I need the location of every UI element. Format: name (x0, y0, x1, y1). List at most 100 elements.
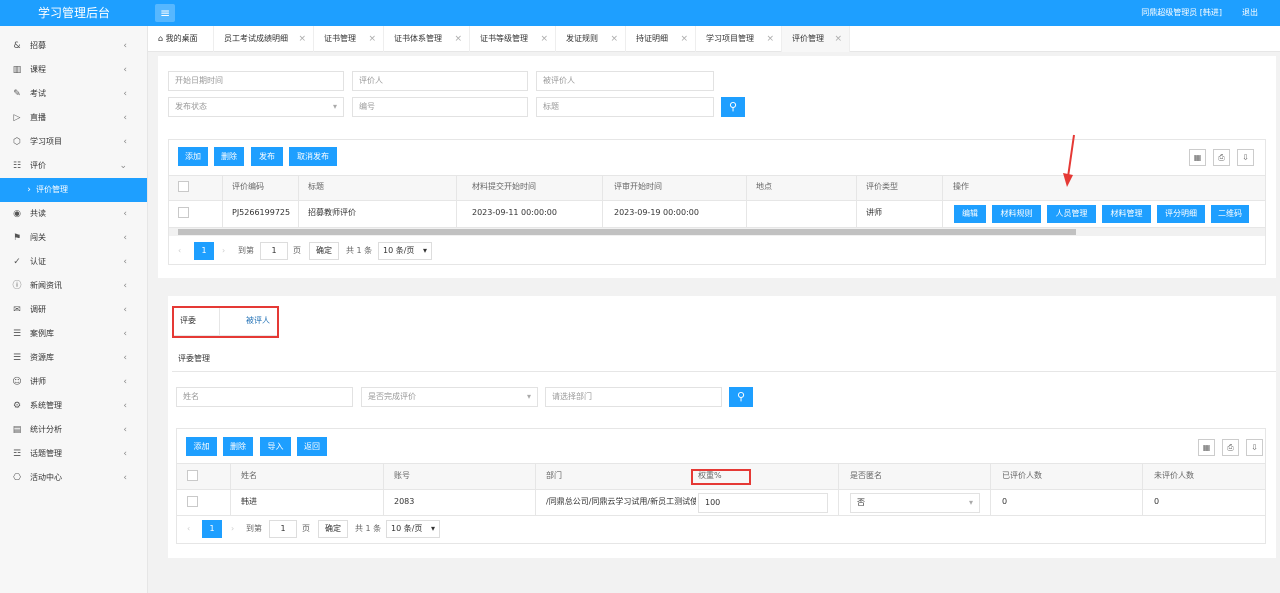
per-page-select[interactable]: 10 条/页 ▾ (378, 242, 432, 260)
tab-holder-details[interactable]: 持证明细 × (626, 26, 696, 52)
score-details-button[interactable]: 评分明细 (1157, 205, 1205, 223)
header-title: 标题 (308, 182, 324, 191)
sidebar-item-lecturer[interactable]: ☺ 讲师 ‹ (0, 370, 147, 394)
tab-certificate-levels[interactable]: 证书等级管理 × (470, 26, 556, 52)
tab-certificate-system[interactable]: 证书体系管理 × (384, 26, 470, 52)
material-management-button[interactable]: 材料管理 (1102, 205, 1151, 223)
department-select[interactable]: 请选择部门 (545, 387, 722, 407)
hamburger-icon[interactable]: ≡ (155, 4, 175, 22)
current-user[interactable]: 同鼎超级管理员 [韩进] (1141, 0, 1222, 26)
delete-button[interactable]: 删除 (214, 147, 244, 166)
unpublish-button[interactable]: 取消发布 (289, 147, 337, 166)
import-judge-button[interactable]: 导入 (260, 437, 291, 456)
columns-icon[interactable]: ▦ (1198, 439, 1215, 456)
prev-page-icon[interactable]: ‹ (178, 242, 181, 260)
goto-page-input[interactable]: 1 (269, 520, 297, 538)
anonymous-select[interactable]: 否 ▾ (850, 493, 980, 513)
close-icon[interactable]: × (368, 26, 376, 52)
sidebar-item-certification[interactable]: ✓ 认证 ‹ (0, 250, 147, 274)
sidebar-item-statistics[interactable]: ▤ 统计分析 ‹ (0, 418, 147, 442)
tab-issue-rules[interactable]: 发证规则 × (556, 26, 626, 52)
prev-page-icon[interactable]: ‹ (187, 520, 190, 538)
search-button-2[interactable]: ⚲ (729, 387, 753, 407)
page-unit-label: 页 (302, 524, 310, 533)
print-icon[interactable]: ⎙ (1222, 439, 1239, 456)
sidebar-item-system[interactable]: ⚙ 系统管理 ‹ (0, 394, 147, 418)
next-page-icon[interactable]: › (231, 520, 234, 538)
page-number[interactable]: 1 (194, 242, 214, 260)
tab-evaluation-management[interactable]: 评价管理 × (782, 26, 850, 52)
sidebar-item-reading[interactable]: ◉ 共读 ‹ (0, 202, 147, 226)
export-icon[interactable]: ⇩ (1246, 439, 1263, 456)
chevron-down-icon: ⌄ (119, 161, 127, 171)
sub-tabs-highlight (172, 306, 279, 338)
goto-confirm-button[interactable]: 确定 (318, 520, 348, 538)
sidebar-item-course[interactable]: ▥ 课程 ‹ (0, 58, 147, 82)
completed-select[interactable]: 是否完成评价 ▾ (361, 387, 538, 407)
add-judge-button[interactable]: 添加 (186, 437, 217, 456)
chevron-left-icon: ‹ (123, 329, 127, 339)
evaluator-input[interactable]: 评价人 (352, 71, 528, 91)
evaluatee-input[interactable]: 被评价人 (536, 71, 714, 91)
material-rules-button[interactable]: 材料规则 (992, 205, 1041, 223)
close-icon[interactable]: × (834, 26, 842, 52)
close-icon[interactable]: × (766, 26, 774, 52)
cell-submit-start: 2023-09-11 00:00:00 (472, 208, 557, 217)
sidebar-item-topics[interactable]: ☲ 话题管理 ‹ (0, 442, 147, 466)
sidebar-item-evaluation[interactable]: ☷ 评价 ⌄ (0, 154, 147, 178)
sidebar-item-challenge[interactable]: ⚑ 闯关 ‹ (0, 226, 147, 250)
edit-icon: ✎ (13, 89, 21, 99)
search-icon: ⚲ (736, 390, 746, 403)
code-input[interactable]: 编号 (352, 97, 528, 117)
sidebar-item-news[interactable]: ⓘ 新闻资讯 ‹ (0, 274, 147, 298)
export-icon[interactable]: ⇩ (1237, 149, 1254, 166)
sidebar-item-exam[interactable]: ✎ 考试 ‹ (0, 82, 147, 106)
per-page-select[interactable]: 10 条/页 ▾ (386, 520, 440, 538)
personnel-management-button[interactable]: 人员管理 (1047, 205, 1096, 223)
goto-confirm-button[interactable]: 确定 (309, 242, 339, 260)
select-all-checkbox[interactable] (187, 470, 198, 481)
tab-desktop[interactable]: ⌂ 我的桌面 (148, 26, 214, 52)
delete-judge-button[interactable]: 删除 (223, 437, 253, 456)
sidebar-item-live[interactable]: ▷ 直播 ‹ (0, 106, 147, 130)
print-icon[interactable]: ⎙ (1213, 149, 1230, 166)
header-location: 地点 (756, 182, 772, 191)
tab-exam-results[interactable]: 员工考试成绩明细 × (214, 26, 314, 52)
close-icon[interactable]: × (540, 26, 548, 52)
sidebar-item-resource-library[interactable]: ☰ 资源库 ‹ (0, 346, 147, 370)
status-select[interactable]: 发布状态 ▾ (168, 97, 344, 117)
goto-page-input[interactable]: 1 (260, 242, 288, 260)
user-icon: ☺ (12, 377, 22, 387)
sidebar-item-project[interactable]: ⬡ 学习项目 ‹ (0, 130, 147, 154)
edit-button[interactable]: 编辑 (954, 205, 986, 223)
sidebar-item-recruit[interactable]: & 招募 ‹ (0, 34, 147, 58)
add-button[interactable]: 添加 (178, 147, 208, 166)
search-button[interactable]: ⚲ (721, 97, 745, 117)
publish-button[interactable]: 发布 (251, 147, 283, 166)
row-checkbox[interactable] (187, 496, 198, 507)
sidebar-item-case-library[interactable]: ☰ 案例库 ‹ (0, 322, 147, 346)
tab-project-management[interactable]: 学习项目管理 × (696, 26, 782, 52)
start-date-input[interactable]: 开始日期时间 (168, 71, 344, 91)
back-button[interactable]: 返回 (297, 437, 327, 456)
page-number[interactable]: 1 (202, 520, 222, 538)
scrollbar-thumb[interactable] (178, 229, 1076, 235)
sidebar-item-activities[interactable]: ⎔ 活动中心 ‹ (0, 466, 147, 490)
weight-input[interactable]: 100 (698, 493, 828, 513)
name-input[interactable]: 姓名 (176, 387, 353, 407)
close-icon[interactable]: × (298, 26, 306, 52)
tab-certificates[interactable]: 证书管理 × (314, 26, 384, 52)
sidebar-item-label: 考试 (30, 89, 46, 98)
select-all-checkbox[interactable] (178, 181, 189, 192)
close-icon[interactable]: × (680, 26, 688, 52)
sidebar-item-survey[interactable]: ✉ 调研 ‹ (0, 298, 147, 322)
columns-icon[interactable]: ▦ (1189, 149, 1206, 166)
close-icon[interactable]: × (454, 26, 462, 52)
sidebar-item-evaluation-management[interactable]: › 评价管理 (0, 178, 147, 202)
close-icon[interactable]: × (610, 26, 618, 52)
logout-link[interactable]: 退出 (1242, 0, 1258, 26)
title-input[interactable]: 标题 (536, 97, 714, 117)
next-page-icon[interactable]: › (222, 242, 225, 260)
qrcode-button[interactable]: 二维码 (1211, 205, 1249, 223)
row-checkbox[interactable] (178, 207, 189, 218)
